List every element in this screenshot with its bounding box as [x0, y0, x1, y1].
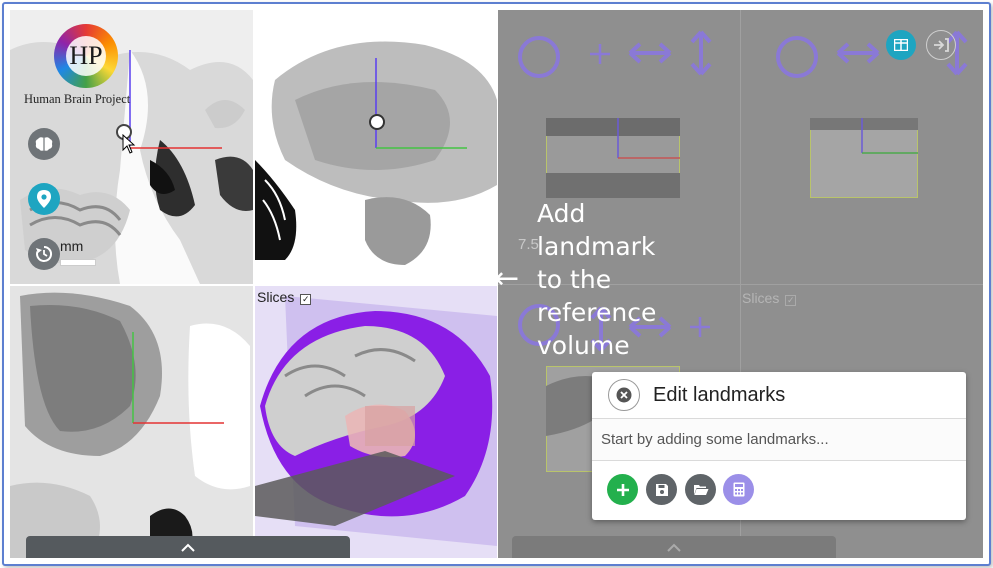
slices-toggle[interactable]: Slices ✓ — [257, 289, 312, 305]
annotation-line: volume — [537, 331, 630, 360]
chevron-up-icon — [667, 543, 681, 552]
annotation-line: reference — [537, 298, 657, 327]
horizontal-arrows-icon[interactable] — [628, 40, 672, 66]
edit-landmarks-dialog: Edit landmarks Start by adding some land… — [592, 372, 966, 520]
close-icon — [616, 387, 632, 403]
annotation-line: to the — [537, 265, 612, 294]
exit-icon — [934, 38, 949, 52]
mouse-cursor-icon — [122, 134, 136, 154]
layout-toggle-button[interactable] — [886, 30, 916, 60]
pin-icon — [37, 190, 51, 208]
layout-icon — [894, 39, 908, 51]
rotate-handle-icon[interactable] — [516, 34, 562, 80]
viewer-panel-3d[interactable]: Slices ✓ — [255, 286, 497, 558]
right-slices-checkbox[interactable]: ✓ — [785, 295, 797, 306]
incoming-slice-image — [546, 118, 680, 198]
dialog-header: Edit landmarks — [592, 372, 966, 419]
chevron-up-icon — [181, 543, 195, 552]
horizontal-arrows-icon[interactable] — [836, 40, 880, 66]
slices-label: Slices — [257, 289, 295, 305]
close-dialog-button[interactable] — [608, 379, 640, 411]
landmark-pin-marker[interactable] — [369, 114, 385, 130]
brain-3d-render — [255, 286, 497, 558]
history-icon — [36, 245, 53, 262]
save-icon — [655, 483, 668, 496]
landmark-pin-button[interactable] — [28, 183, 60, 215]
incoming-slice-image — [810, 118, 918, 198]
hbp-logo: HP — [54, 24, 118, 88]
add-landmark-button[interactable] — [607, 474, 638, 505]
folder-open-icon — [693, 485, 708, 495]
add-icon — [616, 483, 629, 496]
annotation-line: landmark — [537, 232, 656, 261]
calculator-icon — [733, 482, 744, 497]
dialog-title: Edit landmarks — [653, 384, 786, 406]
viewer-panel-coronal[interactable]: HP Human Brain Project mm — [10, 10, 253, 284]
app-frame: HP Human Brain Project mm Slices ✓ Slice… — [2, 2, 991, 566]
axial-slice-image — [10, 286, 253, 558]
history-button[interactable] — [28, 238, 60, 270]
annotation-text: Add landmark to the reference volume — [537, 197, 656, 362]
calculate-transform-button[interactable] — [723, 474, 754, 505]
logo-initials: HP — [66, 36, 106, 76]
ref-value-label: 7.5 — [518, 236, 539, 253]
viewer-panel-axial[interactable] — [10, 286, 253, 558]
viewer-panel-sagittal[interactable] — [255, 10, 497, 284]
load-landmarks-button[interactable] — [685, 474, 716, 505]
landmarks-empty-hint: Start by adding some landmarks... — [601, 431, 829, 448]
exit-button[interactable] — [926, 30, 956, 60]
brain-toggle-button[interactable] — [28, 128, 60, 160]
rotate-handle-icon[interactable] — [774, 34, 820, 80]
vertical-arrows-icon[interactable] — [688, 30, 714, 76]
slices-checkbox[interactable]: ✓ — [300, 294, 312, 305]
plus-handle-icon[interactable] — [688, 315, 712, 339]
scale-bar — [60, 259, 96, 266]
right-slices-label: Slices — [742, 290, 780, 306]
plus-handle-icon[interactable] — [588, 42, 612, 66]
annotation-line: Add — [537, 199, 586, 228]
scale-bar-label: mm — [60, 238, 84, 254]
save-landmarks-button[interactable] — [646, 474, 677, 505]
brain-icon — [35, 137, 53, 151]
left-panel-expand-tab[interactable] — [26, 536, 350, 558]
sagittal-slice-image — [255, 41, 497, 265]
logo-text: Human Brain Project — [24, 92, 131, 106]
right-slices-toggle[interactable]: Slices ✓ — [742, 290, 797, 306]
right-panel-expand-tab[interactable] — [512, 536, 836, 558]
landmarks-list: Start by adding some landmarks... — [592, 419, 966, 461]
annotation-arrow: ← — [494, 261, 520, 296]
